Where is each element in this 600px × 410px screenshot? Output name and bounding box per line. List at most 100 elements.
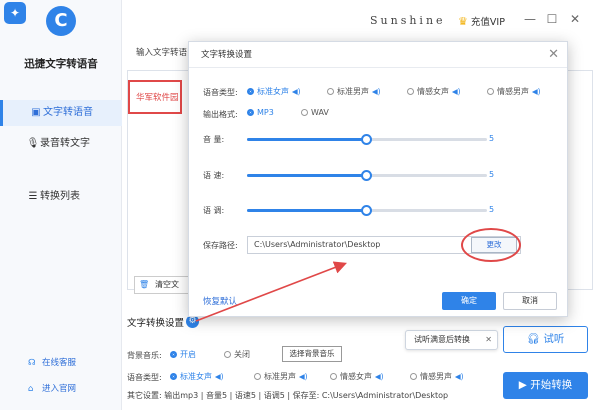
pitch-slider[interactable] xyxy=(247,205,487,216)
close-icon[interactable]: ✕ xyxy=(548,42,559,68)
speaker-icon: ◀) xyxy=(374,372,384,381)
cancel-button[interactable]: 取消 xyxy=(503,292,557,310)
highlight-circle xyxy=(461,228,521,262)
format-mp3-radio[interactable]: MP3 xyxy=(247,108,274,118)
close-icon[interactable]: ✕ xyxy=(485,331,492,349)
button-label: 开始转换 xyxy=(530,379,573,391)
clear-label: 清空文 xyxy=(155,280,179,289)
radio-label: 情感女声 xyxy=(340,372,372,381)
headset-icon: ☊ xyxy=(28,358,36,368)
voice-radio-emotional-male[interactable]: 情感男声 ◀) xyxy=(410,371,464,382)
pitch-fill xyxy=(247,209,367,212)
volume-slider[interactable] xyxy=(247,134,487,145)
sidebar-item-label: 录音转文字 xyxy=(40,138,90,149)
radio-selected-icon xyxy=(170,373,177,380)
radio-label: WAV xyxy=(311,108,329,117)
microphone-icon: 🎙︎ xyxy=(26,138,40,149)
volume-label: 音 量: xyxy=(203,135,225,144)
radio-label: 标准男声 xyxy=(337,87,369,96)
play-icon: ▶ xyxy=(518,379,527,391)
radio-label: 情感男声 xyxy=(497,87,529,96)
official-site-link[interactable]: ⌂ 进入官网 xyxy=(28,382,76,394)
sidebar-item-text-to-speech[interactable]: ▣ 文字转语音 xyxy=(0,100,122,126)
speed-fill xyxy=(247,174,367,177)
confirm-button[interactable]: 确定 xyxy=(442,292,496,310)
dialog-title: 文字转换设置 xyxy=(189,42,567,68)
try-listen-button[interactable]: 🎧︎ 试听 xyxy=(503,326,588,353)
vip-button[interactable]: ♛ 充值VIP xyxy=(458,14,505,28)
voice-radio-emotional-female[interactable]: 情感女声 ◀) xyxy=(330,371,384,382)
radio-label: MP3 xyxy=(257,108,274,117)
app-logo: C xyxy=(46,6,76,36)
voice-radio-male[interactable]: 标准男声 ◀) xyxy=(254,371,308,382)
app-icon: ✦ xyxy=(4,2,26,24)
radio-icon xyxy=(487,88,494,95)
dialog-voice-emotional-female[interactable]: 情感女声 ◀) xyxy=(407,86,461,97)
pitch-label: 语 调: xyxy=(203,206,225,215)
radio-icon xyxy=(330,373,337,380)
radio-label: 开启 xyxy=(180,350,196,359)
sidebar-item-label: 转换列表 xyxy=(40,191,80,202)
radio-selected-icon xyxy=(170,351,177,358)
try-listen-tooltip: 试听满意后转换 ✕ xyxy=(405,330,498,350)
minimize-icon[interactable]: — xyxy=(523,12,537,26)
dialog-voice-emotional-male[interactable]: 情感男声 ◀) xyxy=(487,86,541,97)
format-label: 输出格式: xyxy=(203,110,238,119)
tab-text-input[interactable]: 输入文字转语 xyxy=(136,46,187,58)
settings-dialog: 文字转换设置 ✕ 语音类型: 标准女声 ◀) 标准男声 ◀) 情感女声 ◀) 情… xyxy=(188,41,568,317)
brand-text: Sunshine xyxy=(370,14,446,27)
speed-knob[interactable] xyxy=(361,170,372,181)
vip-label: 充值VIP xyxy=(470,17,505,28)
bg-music-off-radio[interactable]: 关闭 xyxy=(224,349,250,360)
list-icon: ☰ xyxy=(28,191,38,202)
dialog-voice-male[interactable]: 标准男声 ◀) xyxy=(327,86,381,97)
speaker-icon: ◀) xyxy=(291,87,301,96)
speaker-icon: ◀) xyxy=(298,372,308,381)
volume-value: 5 xyxy=(489,134,495,143)
headphones-icon: 🎧︎ xyxy=(526,333,540,345)
highlight-box xyxy=(128,80,182,114)
vip-badge-icon: ♛ xyxy=(458,15,468,28)
radio-icon xyxy=(407,88,414,95)
close-icon[interactable]: ✕ xyxy=(568,12,582,26)
speaker-icon: ◀) xyxy=(371,87,381,96)
volume-knob[interactable] xyxy=(361,134,372,145)
volume-fill xyxy=(247,138,367,141)
online-support-link[interactable]: ☊ 在线客服 xyxy=(28,356,76,368)
radio-icon xyxy=(224,351,231,358)
app-name: 迅捷文字转语音 xyxy=(24,58,98,70)
trash-icon: 🗑︎ xyxy=(139,280,150,289)
other-settings-info: 其它设置: 输出mp3 | 音量5 | 语速5 | 语调5 | 保存至: C:\… xyxy=(127,391,449,400)
radio-selected-icon xyxy=(247,109,254,116)
format-wav-radio[interactable]: WAV xyxy=(301,108,329,118)
voice-type-label: 语音类型: xyxy=(203,88,238,97)
voice-type-label: 语音类型: xyxy=(127,373,162,382)
sidebar-item-conversion-list[interactable]: ☰ 转换列表 xyxy=(0,184,122,210)
radio-label: 标准女声 xyxy=(257,87,289,96)
radio-icon xyxy=(410,373,417,380)
save-path-label: 保存路径: xyxy=(203,241,238,250)
speaker-icon: ◀) xyxy=(451,87,461,96)
radio-selected-icon xyxy=(247,88,254,95)
footer-link-label: 在线客服 xyxy=(42,358,77,368)
dialog-voice-female[interactable]: 标准女声 ◀) xyxy=(247,86,301,97)
button-label: 试听 xyxy=(543,333,565,345)
speaker-icon: ◀) xyxy=(214,372,224,381)
bg-music-label: 背景音乐: xyxy=(127,351,162,360)
sidebar-item-label: 文字转语音 xyxy=(43,107,93,118)
sidebar-item-speech-to-text[interactable]: 🎙︎ 录音转文字 xyxy=(0,131,122,157)
settings-title: 文字转换设置 xyxy=(127,318,185,329)
bg-music-on-radio[interactable]: 开启 xyxy=(170,349,196,360)
radio-icon xyxy=(254,373,261,380)
pitch-knob[interactable] xyxy=(361,205,372,216)
voice-radio-female[interactable]: 标准女声 ◀) xyxy=(170,371,224,382)
choose-music-button[interactable]: 选择背景音乐 xyxy=(282,346,342,362)
speaker-icon: ◀) xyxy=(531,87,541,96)
footer-link-label: 进入官网 xyxy=(42,384,77,394)
start-convert-button[interactable]: ▶ 开始转换 xyxy=(503,372,588,399)
radio-label: 情感女声 xyxy=(417,87,449,96)
speed-slider[interactable] xyxy=(247,170,487,181)
maximize-icon[interactable]: ☐ xyxy=(545,12,559,26)
restore-default-link[interactable]: 恢复默认 xyxy=(203,295,237,307)
radio-icon xyxy=(327,88,334,95)
